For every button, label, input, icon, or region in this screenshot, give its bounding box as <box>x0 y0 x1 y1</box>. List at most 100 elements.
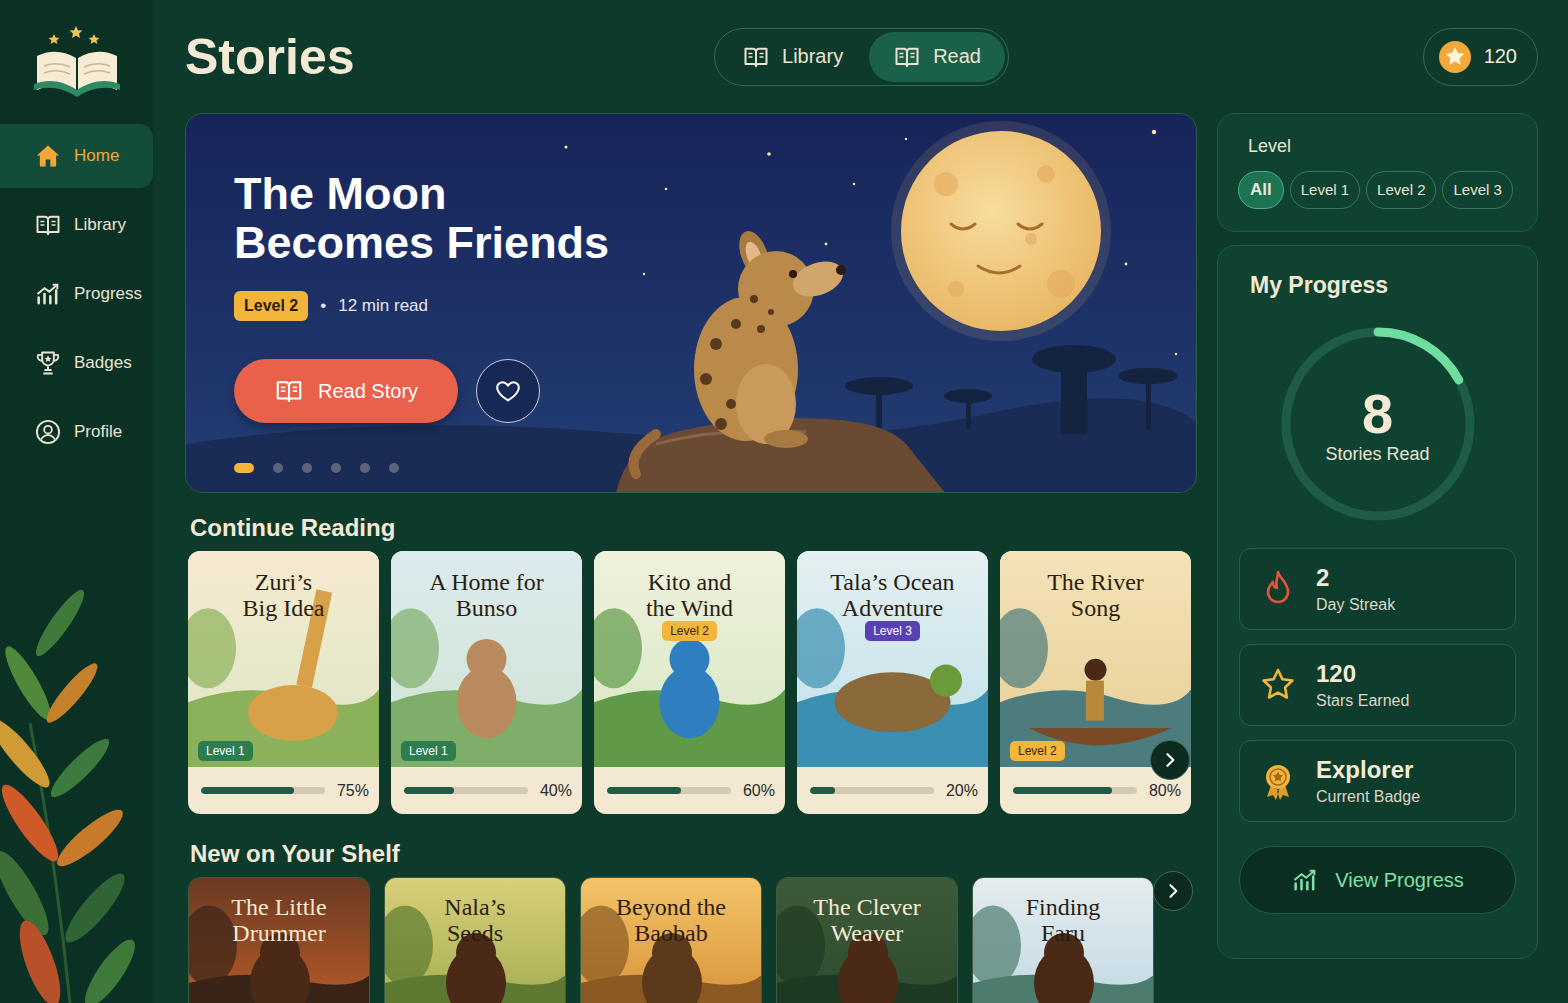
view-tab[interactable]: Library <box>718 32 867 82</box>
progress-track <box>607 787 731 794</box>
carousel-dot[interactable] <box>389 463 399 473</box>
sidebar-item[interactable]: Progress <box>0 262 153 326</box>
carousel-dot[interactable] <box>234 463 254 473</box>
title-line: Song <box>1047 595 1144 621</box>
favorite-button[interactable] <box>476 359 540 423</box>
view-progress-button[interactable]: View Progress <box>1239 846 1516 914</box>
carousel-dot[interactable] <box>302 463 312 473</box>
book-card[interactable]: Nala’sSeeds <box>384 877 566 1003</box>
progress-title: My Progress <box>1239 272 1516 299</box>
featured-meta: Level 2•12 min read <box>234 291 428 321</box>
level-chip[interactable]: Level 3 <box>1442 171 1512 209</box>
right-column: Level AllLevel 1Level 2Level 3 My Progress… <box>1217 113 1538 1003</box>
sidebar-item[interactable]: Badges <box>0 331 153 395</box>
book-card[interactable]: Beyond theBaobab <box>580 877 762 1003</box>
carousel-dot[interactable] <box>360 463 370 473</box>
sidebar-label: Library <box>74 215 126 235</box>
title-line: The Little <box>231 894 326 920</box>
featured-title: The MoonBecomes Friends <box>234 169 609 267</box>
title-line: A Home for <box>429 569 544 595</box>
user-icon <box>34 418 62 446</box>
progress-track <box>201 787 325 794</box>
filter-label: Level <box>1238 136 1517 157</box>
book-card[interactable]: Kito andthe WindLevel 260% <box>594 551 785 814</box>
progress-track <box>810 787 934 794</box>
title-line: Seeds <box>444 920 505 946</box>
level-tag-holder: Level 1 <box>401 741 456 759</box>
next-button[interactable] <box>1153 871 1193 911</box>
stat-text: 2Day Streak <box>1316 564 1395 614</box>
book-cover: Tala’s OceanAdventureLevel 3 <box>797 551 988 767</box>
nav-list: Home Library Progress Badges Profile <box>0 124 153 464</box>
book-progress: 40% <box>391 767 582 814</box>
book-title: Kito andthe Wind <box>646 569 733 621</box>
stars-counter[interactable]: 120 <box>1423 28 1538 86</box>
next-button[interactable] <box>1150 740 1190 780</box>
book-cover: Zuri’sBig IdeaLevel 1 <box>188 551 379 767</box>
book-card[interactable]: FindingFaru <box>972 877 1154 1003</box>
level-filter: Level AllLevel 1Level 2Level 3 <box>1217 113 1538 232</box>
sidebar-label: Badges <box>74 353 132 373</box>
book-icon <box>893 43 921 71</box>
sidebar-item[interactable]: Home <box>0 124 153 188</box>
level-chips: AllLevel 1Level 2Level 3 <box>1238 171 1517 209</box>
title-line: Beyond the <box>616 894 726 920</box>
progress-fill <box>1013 787 1112 794</box>
button-label: Read Story <box>318 380 418 403</box>
title-line: Zuri’s <box>243 569 325 595</box>
stat-card: 120Stars Earned <box>1239 644 1516 726</box>
tab-label: Library <box>782 45 843 68</box>
level-chip[interactable]: Level 2 <box>1366 171 1436 209</box>
stories-count: 8 <box>1362 384 1393 444</box>
progress-percent: 20% <box>946 782 978 800</box>
chevron-right-icon <box>1163 881 1183 901</box>
book-title: Zuri’sBig Idea <box>243 569 325 621</box>
progress-percent: 80% <box>1149 782 1181 800</box>
level-chip[interactable]: All <box>1238 171 1284 209</box>
carousel-dot[interactable] <box>331 463 341 473</box>
stat-value: 120 <box>1316 660 1409 688</box>
sidebar-item[interactable]: Library <box>0 193 153 257</box>
home-icon <box>34 142 62 170</box>
section-title: Continue Reading <box>185 514 1197 542</box>
ring-fill <box>1286 332 1470 516</box>
title-line: Weaver <box>813 920 920 946</box>
tab-label: Read <box>933 45 981 68</box>
title-line: Becomes Friends <box>234 218 609 267</box>
sidebar-label: Progress <box>74 284 142 304</box>
book-card[interactable]: Tala’s OceanAdventureLevel 3 20% <box>797 551 988 814</box>
book-icon <box>274 376 304 406</box>
level-chip[interactable]: Level 1 <box>1290 171 1360 209</box>
book-card[interactable]: A Home forBunsoLevel 140% <box>391 551 582 814</box>
progress-fill <box>404 787 454 794</box>
stat-value: Explorer <box>1316 756 1420 784</box>
shelf-list: The LittleDrummerNala’sSeedsBeyond theBa… <box>185 877 1197 1003</box>
view-tab[interactable]: Read <box>869 32 1005 82</box>
book-card[interactable]: Zuri’sBig IdeaLevel 175% <box>188 551 379 814</box>
title-line: Nala’s <box>444 894 505 920</box>
book-icon <box>34 211 62 239</box>
read-story-button[interactable]: Read Story <box>234 359 458 423</box>
medal-icon <box>1258 761 1298 801</box>
book-card[interactable]: The CleverWeaver <box>776 877 958 1003</box>
book-card[interactable]: The LittleDrummer <box>188 877 370 1003</box>
read-time: 12 min read <box>338 296 428 316</box>
book-title: Tala’s OceanAdventure <box>830 569 954 621</box>
sidebar-item[interactable]: Profile <box>0 400 153 464</box>
book-progress: 20% <box>797 767 988 814</box>
book-icon <box>742 43 770 71</box>
title-line: The Clever <box>813 894 920 920</box>
chart-icon <box>34 280 62 308</box>
title-line: Tala’s Ocean <box>830 569 954 595</box>
title-line: The River <box>1047 569 1144 595</box>
book-progress: 60% <box>594 767 785 814</box>
progress-percent: 60% <box>743 782 775 800</box>
title-line: Kito and <box>646 569 733 595</box>
fire-icon <box>1258 569 1298 609</box>
sidebar: Home Library Progress Badges Profile <box>0 0 153 1003</box>
level-tag: Level 1 <box>401 741 456 761</box>
stories-caption: Stories Read <box>1325 444 1429 465</box>
level-badge: Level 2 <box>234 291 308 321</box>
carousel-dot[interactable] <box>273 463 283 473</box>
heart-icon <box>494 377 522 405</box>
